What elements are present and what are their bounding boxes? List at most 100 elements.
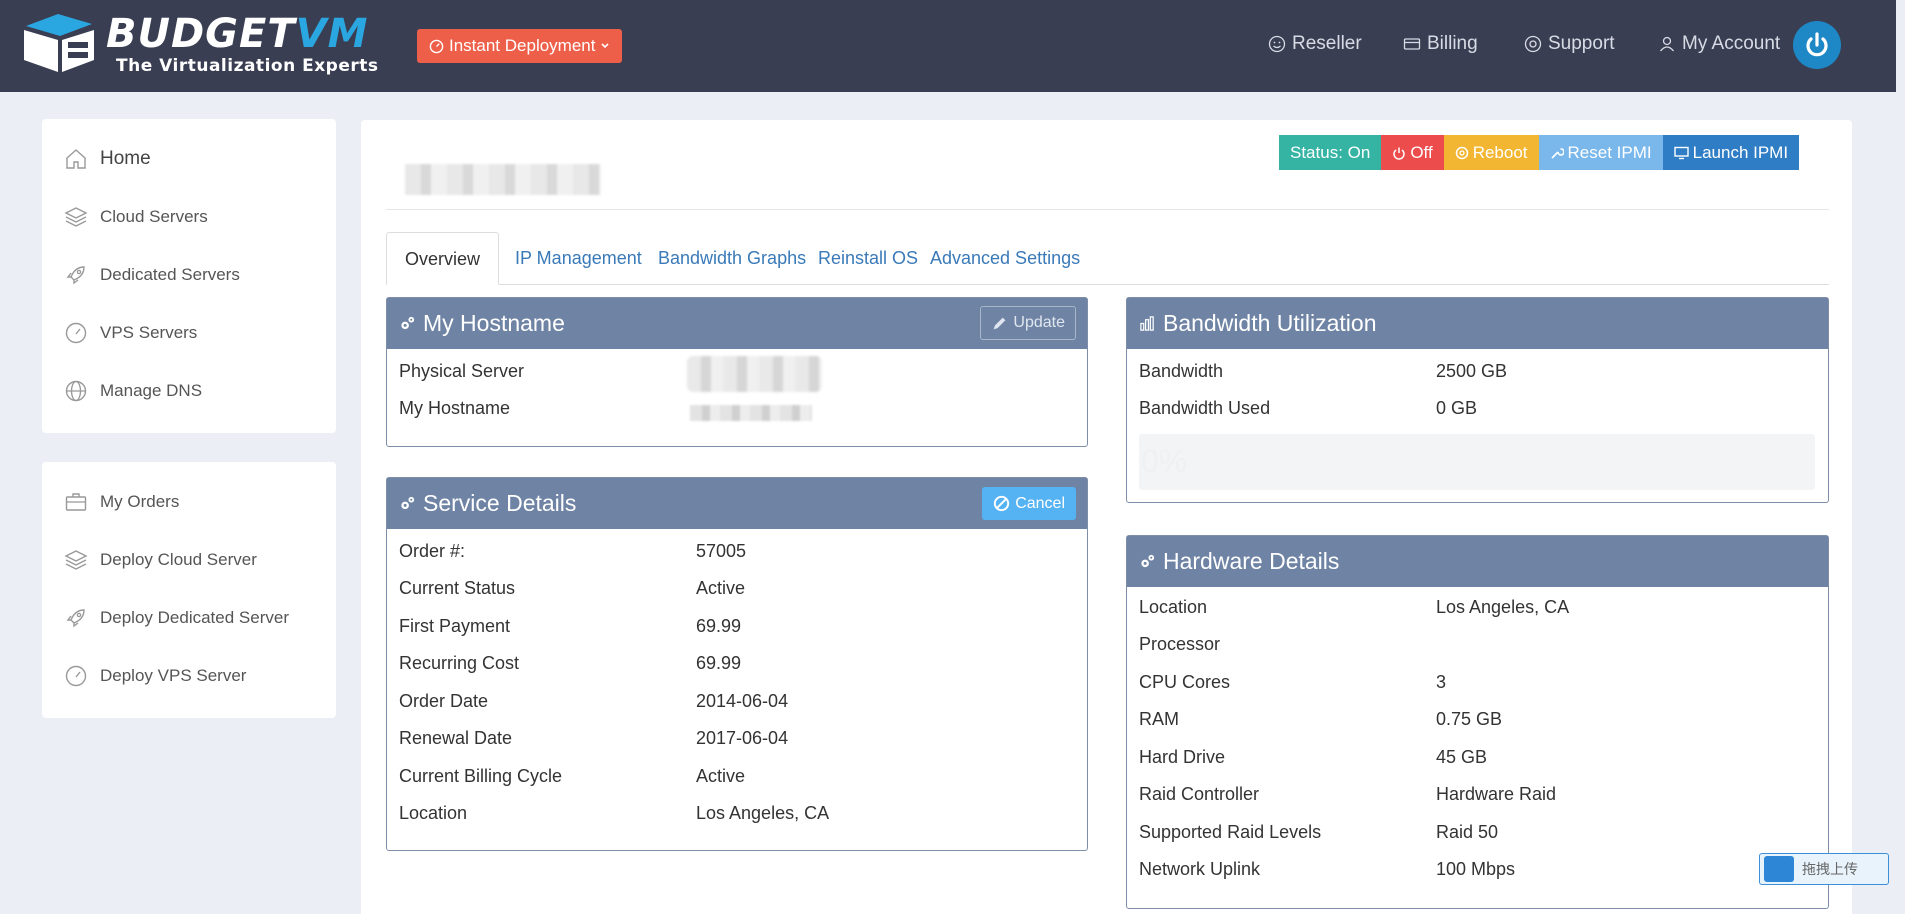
lifebuoy-icon — [1524, 35, 1542, 53]
sidebar-item-dedicated-servers[interactable]: Dedicated Servers — [64, 263, 240, 287]
gauge-icon — [429, 39, 444, 53]
sidebar-main-nav: Home Cloud Servers Dedicated Servers VPS… — [42, 119, 336, 433]
bandwidth-value: 2500 GB — [1436, 361, 1508, 381]
hw-location-label: Location — [1139, 597, 1208, 617]
sidebar-item-my-orders[interactable]: My Orders — [64, 490, 179, 514]
instant-deployment-button[interactable]: Instant Deployment — [417, 29, 623, 63]
sidebar-orders-nav: My Orders Deploy Cloud Server Deploy Ded… — [42, 462, 336, 718]
network-uplink-label: Network Uplink — [1139, 859, 1261, 879]
bandwidth-progress-text: 0% — [1141, 443, 1188, 479]
service-panel-header: Service Details Cancel — [387, 478, 1087, 529]
sidebar-item-vps-servers[interactable]: VPS Servers — [64, 321, 197, 345]
bar-chart-icon — [1140, 316, 1154, 331]
billing-cycle-value: Active — [696, 766, 746, 786]
hardware-panel-title: Hardware Details — [1163, 548, 1340, 574]
bandwidth-progress-bar: 0% — [1139, 434, 1815, 490]
nav-support[interactable]: Support — [1524, 33, 1615, 55]
logo-wordmark: BUDGETVM — [106, 11, 369, 57]
hostname-panel-title: My Hostname — [423, 310, 565, 336]
recurring-cost-value: 69.99 — [696, 653, 742, 673]
order-date-value: 2014-06-04 — [696, 691, 789, 711]
drag-upload-label: 拖拽上传 — [1802, 861, 1858, 877]
current-status-value: Active — [696, 578, 746, 598]
reset-ipmi-button[interactable]: Reset IPMI — [1538, 135, 1663, 170]
raid-controller-label: Raid Controller — [1139, 784, 1260, 804]
hard-drive-value: 45 GB — [1436, 747, 1488, 767]
cancel-service-button[interactable]: Cancel — [982, 487, 1076, 520]
home-icon — [66, 149, 86, 169]
pencil-icon — [994, 317, 1006, 329]
raid-levels-value: Raid 50 — [1436, 822, 1499, 842]
hard-drive-label: Hard Drive — [1139, 747, 1226, 767]
update-hostname-button[interactable]: Update — [980, 306, 1076, 340]
tab-bandwidth-graphs[interactable]: Bandwidth Graphs — [640, 232, 824, 285]
budgetvm-logo[interactable]: BUDGETVM The Virtualization Experts — [20, 11, 400, 76]
bandwidth-used-value: 0 GB — [1436, 398, 1478, 418]
rocket-icon — [66, 266, 85, 285]
hostname-panel-header: My Hostname Update — [387, 298, 1087, 349]
hardware-details-panel: Hardware Details Location Los Angeles, C… — [1126, 535, 1829, 909]
service-details-panel: Service Details Cancel Order #: 57005 Cu… — [386, 477, 1088, 851]
order-date-label: Order Date — [399, 691, 489, 711]
divider — [386, 209, 1829, 210]
nav-reseller[interactable]: Reseller — [1268, 33, 1362, 55]
network-uplink-value: 100 Mbps — [1436, 859, 1516, 879]
sidebar-item-deploy-cloud[interactable]: Deploy Cloud Server — [64, 548, 257, 572]
my-hostname-label: My Hostname — [399, 398, 511, 418]
hardware-panel-header: Hardware Details — [1127, 536, 1828, 587]
rocket-icon — [66, 609, 85, 628]
power-icon — [1806, 32, 1828, 57]
instant-deployment-label: Instant Deployment — [449, 36, 596, 55]
speedometer-icon — [65, 322, 87, 344]
sidebar-item-cloud-servers[interactable]: Cloud Servers — [64, 205, 208, 229]
chevron-down-icon — [601, 43, 610, 49]
renewal-date-label: Renewal Date — [399, 728, 513, 748]
launch-ipmi-button[interactable]: Launch IPMI — [1662, 135, 1800, 170]
location-value: Los Angeles, CA — [696, 803, 830, 823]
bandwidth-label: Bandwidth — [1139, 361, 1224, 381]
gears-icon — [401, 316, 415, 330]
order-number-value: 57005 — [696, 541, 747, 561]
logo-tagline: The Virtualization Experts — [116, 56, 379, 76]
tab-overview[interactable]: Overview — [386, 232, 500, 285]
current-status-label: Current Status — [399, 578, 516, 598]
ram-label: RAM — [1139, 709, 1179, 729]
sidebar-item-deploy-vps[interactable]: Deploy VPS Server — [64, 664, 246, 688]
gears-icon — [1141, 554, 1155, 568]
wrench-icon — [1550, 147, 1564, 159]
first-payment-value: 69.99 — [696, 616, 742, 636]
service-panel-title: Service Details — [423, 490, 577, 516]
nav-billing[interactable]: Billing — [1403, 33, 1478, 55]
status-on-badge: Status: On — [1279, 135, 1382, 170]
tab-ip-management[interactable]: IP Management — [497, 232, 660, 285]
billing-cycle-label: Current Billing Cycle — [399, 766, 563, 786]
user-icon — [1659, 36, 1675, 52]
cloud-upload-icon — [1764, 856, 1794, 882]
renewal-date-value: 2017-06-04 — [696, 728, 789, 748]
layers-icon — [64, 550, 88, 570]
monitor-icon — [1673, 146, 1689, 159]
bandwidth-panel-header: Bandwidth Utilization — [1127, 298, 1828, 349]
ban-icon — [994, 495, 1010, 512]
sidebar-item-home[interactable]: Home — [64, 147, 151, 171]
bandwidth-used-label: Bandwidth Used — [1139, 398, 1271, 418]
cpu-cores-value: 3 — [1436, 672, 1447, 692]
top-bar: BUDGETVM The Virtualization Experts Inst… — [0, 0, 1896, 92]
gears-icon — [401, 496, 415, 510]
nav-my-account[interactable]: My Account — [1658, 33, 1780, 55]
power-icon — [1393, 147, 1406, 160]
raid-controller-value: Hardware Raid — [1436, 784, 1557, 804]
sidebar-item-manage-dns[interactable]: Manage DNS — [64, 379, 202, 403]
sidebar-item-deploy-dedicated[interactable]: Deploy Dedicated Server — [64, 606, 289, 630]
cpu-cores-label: CPU Cores — [1139, 672, 1231, 692]
server-title-redacted — [405, 164, 601, 195]
reboot-button[interactable]: Reboot — [1443, 135, 1539, 170]
briefcase-icon — [65, 493, 87, 511]
server-detail-card: Status: On Off Reboot Reset IPMI Launch … — [361, 120, 1852, 914]
tab-advanced-settings[interactable]: Advanced Settings — [912, 232, 1098, 285]
power-off-button[interactable]: Off — [1381, 135, 1444, 170]
drag-upload-widget[interactable]: 拖拽上传 — [1759, 853, 1889, 885]
logout-power-button[interactable] — [1793, 21, 1841, 69]
hostname-value-redacted — [690, 405, 812, 421]
raid-levels-label: Supported Raid Levels — [1139, 822, 1322, 842]
